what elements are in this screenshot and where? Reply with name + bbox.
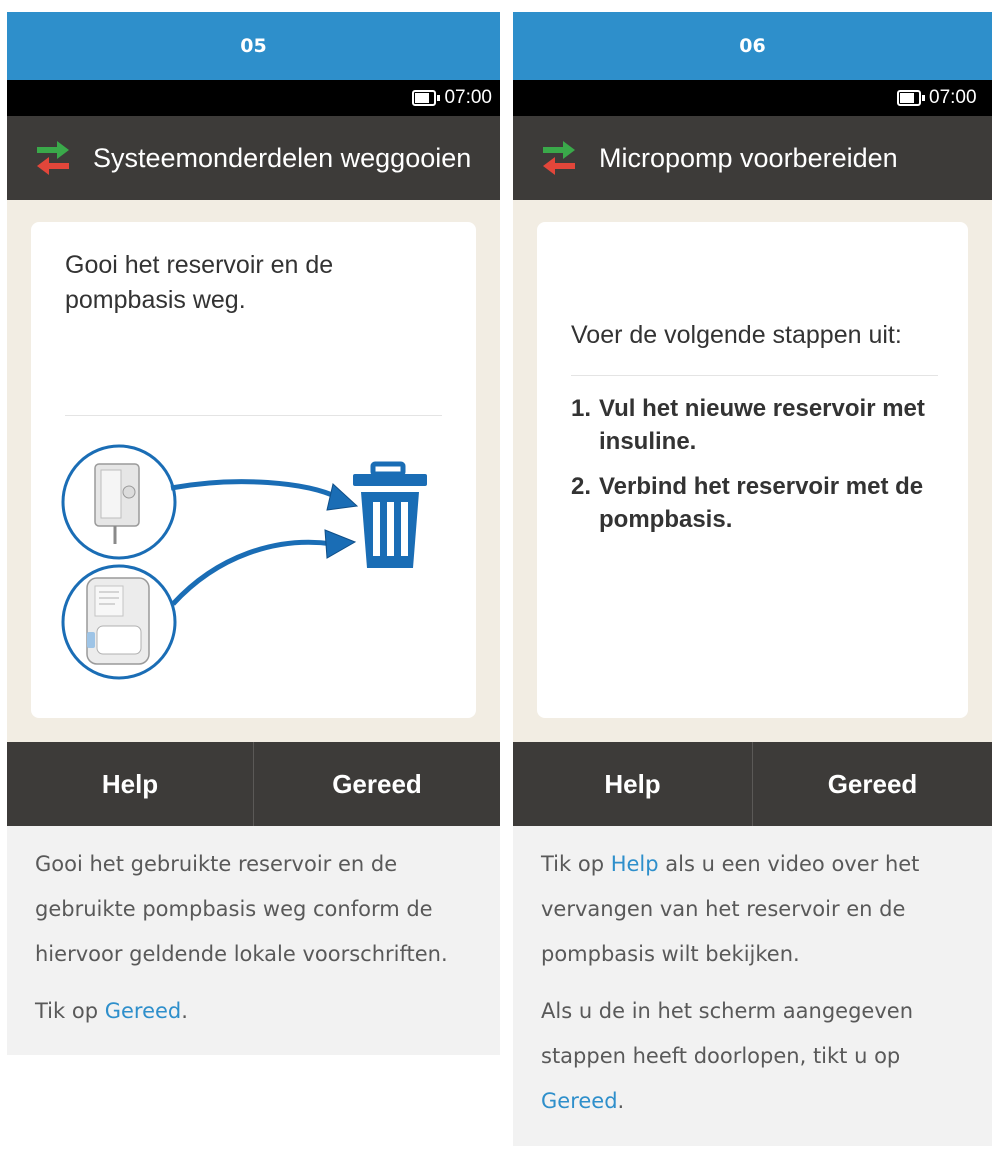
instruction-text: Gooi het reservoir en de pompbasis weg. (65, 251, 334, 314)
done-button[interactable]: Gereed (752, 742, 992, 826)
step-list: 1. Vul het nieuwe reservoir met insuline.… (571, 392, 951, 548)
help-instruction: Tik op Help als u een video over het ver… (541, 842, 964, 977)
tap-instruction: Tik op Gereed. (35, 989, 472, 1034)
done-prefix: Als u de in het scherm aangegeven stappe… (541, 999, 914, 1068)
help-button[interactable]: Help (513, 742, 752, 826)
battery-icon (412, 90, 441, 106)
screen-title: Systeemonderdelen weggooien (93, 142, 472, 173)
status-time: 07:00 (444, 87, 492, 108)
step-num: 1. (571, 395, 592, 422)
panel-step-05: 05 07:00 Systeemonderdelen weggooien Goo… (7, 12, 500, 1055)
step-num: 2. (571, 473, 592, 500)
done-link[interactable]: Gereed (105, 999, 182, 1023)
status-bar: 07:00 (7, 80, 500, 116)
discard-illustration (61, 444, 427, 680)
tap-suffix: . (181, 999, 188, 1023)
screen-title-bar: Systeemonderdelen weggooien (7, 116, 500, 200)
step-text: Vul het nieuwe reservoir met insuline. (599, 395, 925, 455)
swap-arrows-icon (37, 141, 69, 175)
help-button[interactable]: Help (7, 742, 253, 826)
step-description: Gooi het gebruikte reservoir en de gebru… (7, 826, 500, 1055)
step-number: 06 (513, 12, 992, 80)
help-prefix: Tik op (541, 852, 611, 876)
content-card: Voer de volgende stappen uit: 1. Vul het … (537, 222, 968, 718)
pump-base-image (61, 564, 177, 680)
panel-step-06: 06 07:00 Micropomp voorbereiden Voer de … (513, 12, 992, 1146)
list-item: 2. Verbind het reservoir met de pompbasis… (571, 470, 951, 536)
divider (571, 375, 938, 376)
status-time: 07:00 (929, 87, 977, 108)
done-link[interactable]: Gereed (541, 1089, 618, 1113)
help-link[interactable]: Help (611, 852, 659, 876)
screen-body: Voer de volgende stappen uit: 1. Vul het … (513, 200, 992, 742)
step-description: Tik op Help als u een video over het ver… (513, 826, 992, 1146)
divider (65, 415, 442, 416)
battery-icon (897, 90, 925, 106)
instruction-text: Voer de volgende stappen uit: (571, 321, 902, 349)
arrow-icon (170, 479, 359, 606)
done-suffix: . (617, 1089, 625, 1113)
done-instruction: Als u de in het scherm aangegeven stappe… (541, 989, 964, 1124)
screen-title: Micropomp voorbereiden (599, 142, 898, 173)
status-bar: 07:00 (513, 80, 992, 116)
content-card: Gooi het reservoir en de pompbasis weg. (31, 222, 476, 718)
swap-arrows-icon (543, 141, 575, 175)
reservoir-image (61, 444, 177, 560)
button-bar: Help Gereed (513, 742, 992, 826)
list-item: 1. Vul het nieuwe reservoir met insuline. (571, 392, 951, 458)
step-text: Verbind het reservoir met de pompbasis. (599, 473, 924, 533)
screen-title-bar: Micropomp voorbereiden (513, 116, 992, 200)
tap-prefix: Tik op (35, 999, 105, 1023)
step-number: 05 (7, 12, 500, 80)
description-text: Gooi het gebruikte reservoir en de gebru… (35, 852, 448, 966)
screen-body: Gooi het reservoir en de pompbasis weg. (7, 200, 500, 742)
trash-bin-icon (353, 461, 427, 568)
button-bar: Help Gereed (7, 742, 500, 826)
done-button[interactable]: Gereed (253, 742, 500, 826)
